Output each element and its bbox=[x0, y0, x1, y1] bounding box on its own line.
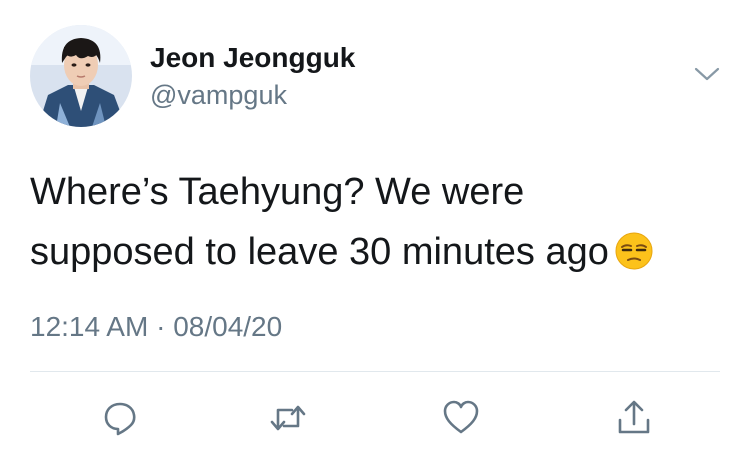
retweet-icon bbox=[270, 405, 306, 431]
tweet-card: Jeon Jeongguk @vampguk Where’s Taehyung?… bbox=[0, 0, 750, 461]
divider bbox=[30, 371, 720, 372]
meta-separator: · bbox=[156, 311, 166, 342]
tweet-time: 12:14 AM bbox=[30, 311, 149, 342]
tweet-text: Where’s Taehyung? We were supposed to le… bbox=[30, 162, 720, 282]
chevron-down-icon[interactable] bbox=[692, 64, 722, 84]
action-bar bbox=[0, 398, 750, 438]
tweet-timestamp[interactable]: 12:14 AM · 08/04/20 bbox=[30, 311, 282, 343]
reply-button[interactable] bbox=[100, 398, 140, 438]
tweet-text-line: Where’s Taehyung? We were bbox=[30, 171, 525, 213]
reply-icon bbox=[104, 402, 136, 436]
profile-photo-icon bbox=[30, 25, 132, 127]
share-icon bbox=[618, 400, 650, 434]
display-name[interactable]: Jeon Jeongguk bbox=[150, 42, 355, 74]
like-button[interactable] bbox=[441, 398, 481, 438]
avatar[interactable] bbox=[30, 25, 132, 127]
tweet-date: 08/04/20 bbox=[173, 311, 283, 342]
unamused-face-emoji-icon bbox=[615, 228, 653, 270]
share-button[interactable] bbox=[614, 398, 654, 438]
retweet-button[interactable] bbox=[268, 398, 308, 438]
username-handle[interactable]: @vampguk bbox=[150, 80, 287, 111]
tweet-text-line: supposed to leave 30 minutes ago bbox=[30, 222, 720, 282]
tweet-text-segment: supposed to leave 30 minutes ago bbox=[30, 231, 609, 273]
heart-icon bbox=[443, 400, 479, 434]
